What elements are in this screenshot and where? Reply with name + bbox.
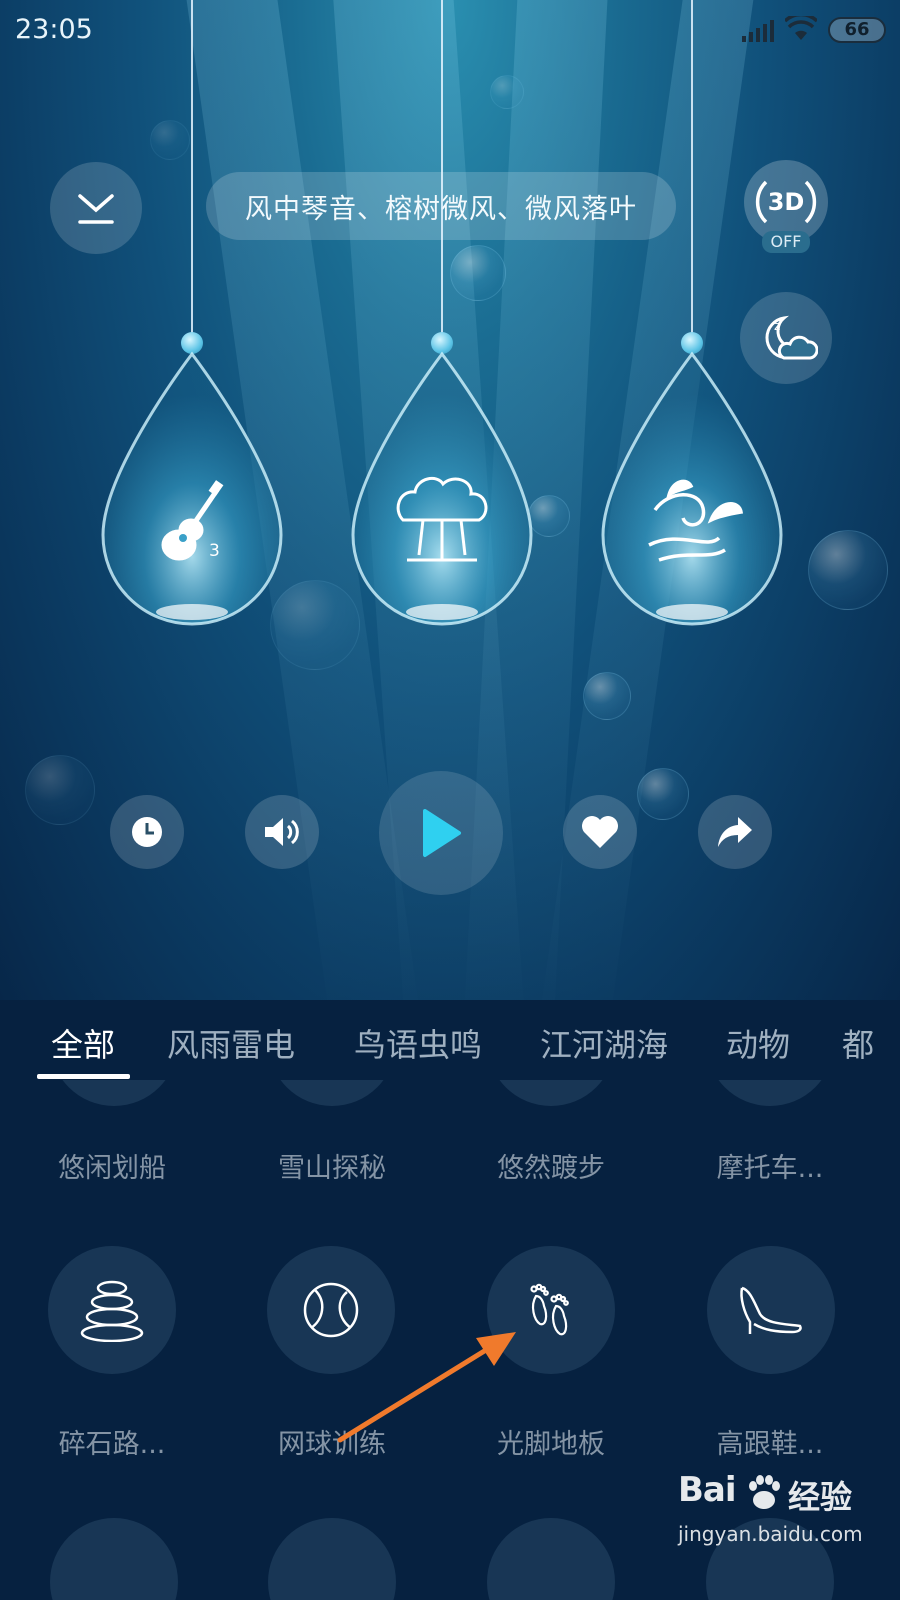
- three-d-state-badge: OFF: [762, 231, 810, 253]
- sound-item-tennis-training[interactable]: [267, 1246, 395, 1374]
- tennis-ball-icon: [303, 1282, 359, 1338]
- svg-text:z: z: [774, 319, 780, 333]
- sound-item-circle[interactable]: [268, 1518, 396, 1600]
- active-tab-indicator: [37, 1074, 130, 1079]
- hanging-string: [691, 0, 693, 340]
- share-button[interactable]: [698, 795, 772, 869]
- sound-item-circle[interactable]: [50, 1080, 178, 1106]
- sound-item-label[interactable]: 高跟鞋...: [670, 1422, 870, 1461]
- drop-guitar[interactable]: 3: [99, 350, 285, 630]
- chevron-down-icon: [78, 194, 114, 224]
- sound-item-circle[interactable]: [268, 1080, 396, 1106]
- timer-button[interactable]: [110, 795, 184, 869]
- drop-banyan-tree[interactable]: [349, 350, 535, 630]
- status-bar: 23:05 66: [0, 0, 900, 62]
- sound-item-circle[interactable]: [50, 1518, 178, 1600]
- sound-item-high-heels[interactable]: [707, 1246, 835, 1374]
- sound-item-label[interactable]: 悠闲划船: [12, 1146, 212, 1185]
- high-heel-icon: [740, 1286, 802, 1334]
- share-icon: [718, 817, 752, 847]
- sound-item-label[interactable]: 摩托车...: [670, 1146, 870, 1185]
- watermark-brand: Bai: [678, 1470, 737, 1510]
- sound-item-barefoot-floor[interactable]: [487, 1246, 615, 1374]
- bare-feet-icon: [530, 1283, 569, 1336]
- sound-item-label[interactable]: 光脚地板: [451, 1422, 651, 1461]
- status-time: 23:05: [15, 14, 93, 45]
- sound-item-label[interactable]: 雪山探秘: [232, 1146, 432, 1185]
- tab-animals[interactable]: 动物: [726, 1020, 790, 1066]
- stacked-stones-icon: [80, 1280, 144, 1342]
- tab-birds-insects[interactable]: 鸟语虫鸣: [354, 1020, 482, 1066]
- collapse-button[interactable]: [50, 162, 142, 254]
- tab-rivers-lakes-seas[interactable]: 江河湖海: [540, 1020, 668, 1066]
- sound-item-gravel-road[interactable]: [48, 1246, 176, 1374]
- drop-breeze-leaf[interactable]: [599, 350, 785, 630]
- tab-more[interactable]: 都: [842, 1020, 874, 1066]
- baidu-jingyan-watermark: Bai 经验 jingyan.baidu.com: [678, 1470, 888, 1580]
- speaker-icon: [265, 818, 299, 846]
- category-tabs: 全部 风雨雷电 鸟语虫鸣 江河湖海 动物 都: [0, 1005, 900, 1080]
- tab-all[interactable]: 全部: [51, 1020, 115, 1066]
- wifi-icon: [785, 16, 817, 40]
- paw-logo-icon: [749, 1475, 780, 1509]
- hanging-string: [441, 0, 443, 340]
- hanging-string: [191, 0, 193, 340]
- favorite-button[interactable]: [563, 795, 637, 869]
- sound-item-label[interactable]: 网球训练: [232, 1422, 432, 1461]
- tab-wind-rain-thunder[interactable]: 风雨雷电: [167, 1020, 295, 1066]
- sound-item-circle[interactable]: [487, 1518, 615, 1600]
- battery-indicator: 66: [828, 17, 886, 43]
- play-button[interactable]: [379, 771, 503, 895]
- sound-item-label[interactable]: 碎石路...: [12, 1422, 212, 1461]
- clock-icon: [132, 817, 162, 847]
- sound-item-circle[interactable]: [706, 1080, 834, 1106]
- watermark-brand-2: 经验: [788, 1478, 853, 1516]
- sound-item-label[interactable]: 悠然踱步: [451, 1146, 651, 1185]
- play-icon: [423, 809, 461, 857]
- heart-icon: [582, 816, 618, 848]
- signal-icon: [742, 20, 774, 42]
- sound-item-circle[interactable]: [487, 1080, 615, 1106]
- watermark-url: jingyan.baidu.com: [678, 1522, 863, 1546]
- guitar-badge: 3: [209, 541, 220, 561]
- volume-button[interactable]: [245, 795, 319, 869]
